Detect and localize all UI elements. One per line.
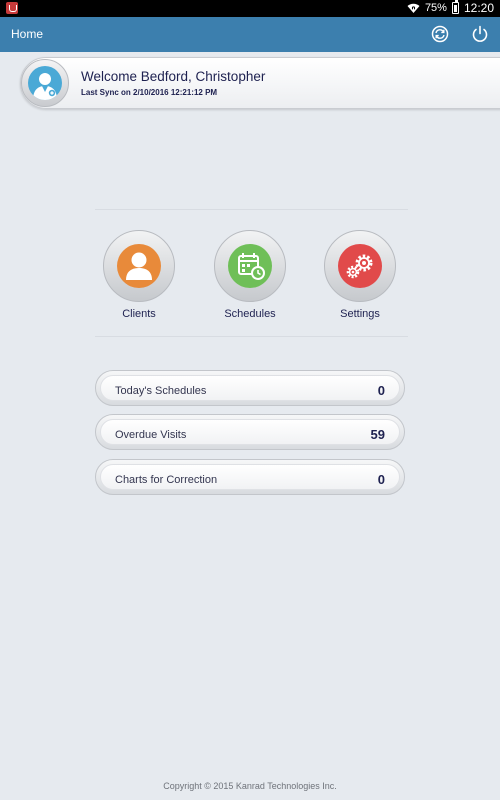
welcome-greeting: Welcome Bedford, Christopher [81, 69, 266, 84]
power-icon[interactable] [471, 25, 489, 43]
clients-button-ring[interactable] [103, 230, 175, 302]
schedules-button-ring[interactable] [214, 230, 286, 302]
status-indicators: 75% 12:20 [407, 0, 494, 15]
calendar-icon [228, 244, 272, 288]
row-inner: Overdue Visits 59 [100, 419, 400, 445]
doctor-icon [33, 73, 57, 100]
clients-label: Clients [122, 308, 156, 320]
page-title: Home [11, 27, 44, 41]
schedules-tile[interactable]: Schedules [212, 230, 288, 320]
gears-icon [338, 244, 382, 288]
status-time: 12:20 [463, 1, 494, 15]
status-bar: 75% 12:20 [0, 0, 500, 17]
row-inner: Today's Schedules 0 [100, 375, 400, 401]
app-notification-icon [6, 2, 18, 14]
sync-icon[interactable] [431, 25, 449, 43]
settings-button-ring[interactable] [324, 230, 396, 302]
copyright-footer: Copyright © 2015 Kanrad Technologies Inc… [163, 781, 337, 791]
row-count: 59 [370, 427, 385, 442]
settings-tile[interactable]: Settings [322, 230, 398, 320]
app-bar: Home [0, 17, 500, 52]
charts-for-correction-row[interactable]: Charts for Correction 0 [95, 459, 405, 495]
clients-tile[interactable]: Clients [101, 230, 177, 320]
divider-top [95, 209, 408, 210]
avatar [28, 66, 62, 100]
clients-icon [117, 244, 161, 288]
battery-icon [451, 0, 459, 14]
last-sync-text: Last Sync on 2/10/2016 12:21:12 PM [81, 88, 218, 97]
row-label: Charts for Correction [115, 474, 218, 486]
row-label: Overdue Visits [115, 429, 187, 441]
wifi-icon [407, 3, 420, 13]
settings-label: Settings [340, 308, 380, 320]
todays-schedules-row[interactable]: Today's Schedules 0 [95, 370, 405, 406]
overdue-visits-row[interactable]: Overdue Visits 59 [95, 414, 405, 450]
battery-percent: 75% [424, 2, 447, 14]
row-label: Today's Schedules [115, 385, 207, 397]
row-count: 0 [377, 472, 385, 487]
row-count: 0 [377, 383, 385, 398]
divider-bottom [95, 336, 408, 337]
schedules-label: Schedules [224, 308, 276, 320]
avatar-ring [21, 59, 69, 107]
row-inner: Charts for Correction 0 [100, 464, 400, 490]
